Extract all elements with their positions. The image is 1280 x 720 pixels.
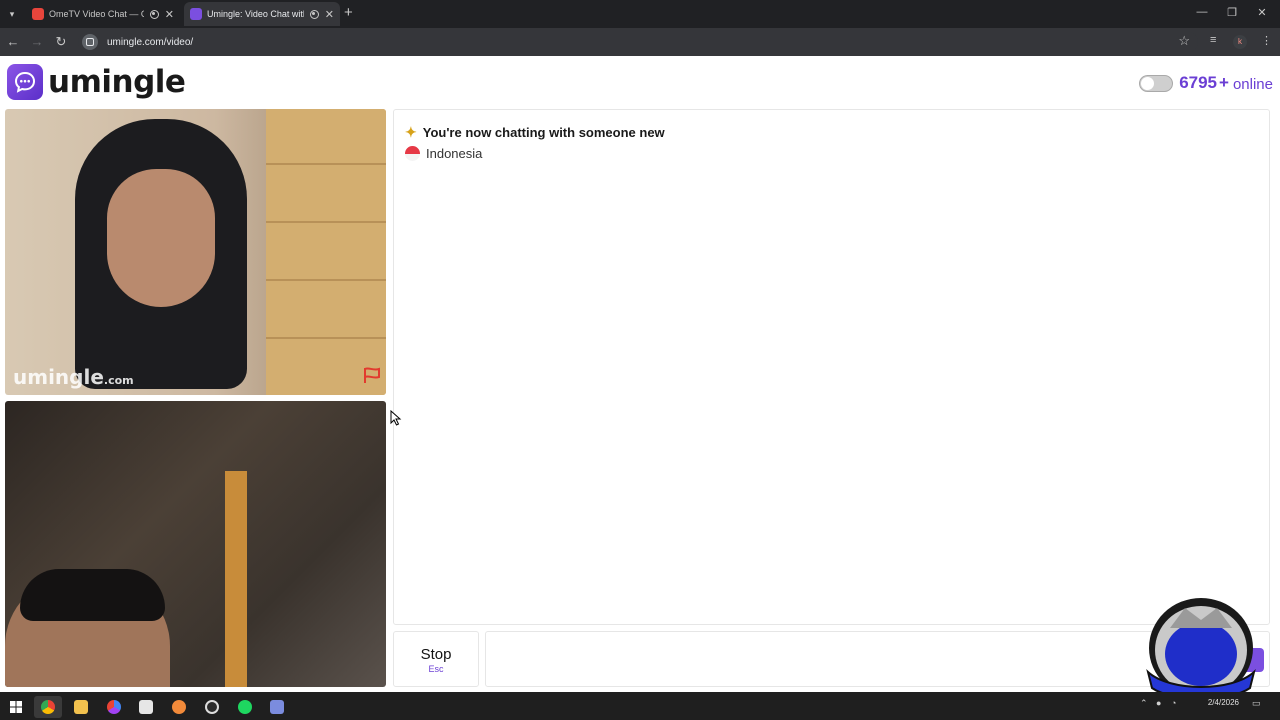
close-window-icon[interactable]: ✕ <box>1255 6 1269 19</box>
online-label: online <box>1232 76 1273 93</box>
sparkles-icon: ✦ <box>405 124 417 140</box>
orange-app-icon <box>172 700 186 714</box>
browser-toolbar: ← → ↻ umingle.com/video/ ☆ ≡ k ⋮ <box>0 28 1280 56</box>
online-count-plus: + <box>1219 73 1229 92</box>
browser-menu-icon[interactable]: ⋮ <box>1261 34 1272 47</box>
mouse-cursor-icon <box>390 410 402 426</box>
umingle-logo[interactable]: umingle <box>7 64 186 100</box>
video-watermark: umingle.com <box>13 365 134 389</box>
taskbar-chrome-2[interactable] <box>100 696 128 718</box>
taskbar-spotify[interactable] <box>231 696 259 718</box>
browser-tab-bar: ▾ OmeTV Video Chat — Ome ✕ Umingle: Vide… <box>0 0 1280 28</box>
online-count: 6795 <box>1179 73 1218 92</box>
remote-face <box>107 169 215 307</box>
partner-country: Indonesia <box>405 146 665 161</box>
tab-title: Umingle: Video Chat with S <box>207 9 304 19</box>
minimize-icon[interactable]: — <box>1195 6 1209 18</box>
online-status: 6795 + online <box>1139 73 1273 93</box>
taskbar-app-purple[interactable] <box>263 696 291 718</box>
notepad-icon <box>139 700 153 714</box>
back-button[interactable]: ← <box>5 33 21 51</box>
watermark-suffix: .com <box>103 374 134 387</box>
new-tab-button[interactable]: + <box>344 5 353 21</box>
microphone-icon[interactable]: ● <box>1156 698 1161 708</box>
forward-button[interactable]: → <box>29 33 45 51</box>
tab-title: OmeTV Video Chat — Ome <box>49 9 144 19</box>
streamer-emblem <box>1146 598 1256 700</box>
taskbar-obs[interactable] <box>198 696 226 718</box>
clock-date: 2/4/2026 <box>1207 698 1239 707</box>
indonesia-flag-icon <box>405 146 420 161</box>
watermark-text: umingle <box>13 365 104 389</box>
remote-video: umingle.com <box>5 109 386 395</box>
stop-shortcut: Esc <box>428 664 444 674</box>
bookmark-star-icon[interactable]: ☆ <box>1178 33 1190 49</box>
system-clock[interactable]: 2/4/2026 <box>1197 698 1239 707</box>
folder-icon <box>74 700 88 714</box>
close-tab-icon[interactable]: ✕ <box>165 8 174 21</box>
umingle-favicon-icon <box>190 8 202 20</box>
tab-search-button[interactable]: ▾ <box>4 5 20 23</box>
ometv-favicon-icon <box>32 8 44 20</box>
taskbar-app-orange[interactable] <box>165 696 193 718</box>
address-bar[interactable]: umingle.com/video/ <box>78 31 1198 53</box>
country-name: Indonesia <box>426 146 483 161</box>
chat-bubble-icon <box>7 64 43 100</box>
chrome-profile-icon <box>107 700 121 714</box>
logo-text: umingle <box>48 64 186 100</box>
taskbar-notes[interactable] <box>132 696 160 718</box>
stop-label: Stop <box>420 646 452 663</box>
background-door <box>266 109 386 395</box>
site-info-icon[interactable] <box>82 34 98 50</box>
report-flag-icon[interactable] <box>362 366 382 389</box>
local-video <box>5 401 386 687</box>
theme-toggle[interactable] <box>1139 74 1174 92</box>
recording-indicator-icon <box>309 9 319 19</box>
start-button[interactable] <box>2 696 30 718</box>
spotify-icon <box>238 700 252 714</box>
show-hidden-icons[interactable]: ⌃ <box>1140 698 1148 709</box>
windows-icon <box>10 701 22 713</box>
notifications-icon[interactable]: ▭ <box>1252 698 1261 709</box>
local-hair <box>20 569 165 621</box>
chat-panel: ✦ You're now chatting with someone new I… <box>393 109 1270 625</box>
url-text: umingle.com/video/ <box>107 36 194 48</box>
background-stripe <box>225 471 247 687</box>
taskbar-chrome[interactable] <box>34 696 62 718</box>
chat-status-text: You're now chatting with someone new <box>422 125 665 140</box>
reload-button[interactable]: ↻ <box>53 33 69 51</box>
taskbar-explorer[interactable] <box>67 696 95 718</box>
tab-umingle[interactable]: Umingle: Video Chat with S ✕ <box>184 2 340 26</box>
close-tab-icon[interactable]: ✕ <box>325 8 334 21</box>
utility-app-icon <box>270 700 284 714</box>
recording-indicator-icon <box>149 9 159 19</box>
chat-status-line: ✦ You're now chatting with someone new <box>405 124 665 141</box>
toggle-knob <box>1141 76 1155 90</box>
restore-icon[interactable]: ❐ <box>1225 6 1239 19</box>
stop-button[interactable]: Stop Esc <box>393 631 479 687</box>
media-controls-icon[interactable]: ≡ <box>1210 34 1216 46</box>
profile-avatar[interactable]: k <box>1233 35 1247 49</box>
page: umingle 6795 + online umingle.com ✦ You'… <box>0 56 1280 700</box>
tab-ometv[interactable]: OmeTV Video Chat — Ome ✕ <box>26 2 180 26</box>
chrome-icon <box>41 700 55 714</box>
network-icon[interactable]: ◔ <box>1171 698 1176 708</box>
windows-taskbar: ⌃ ● ◔ 2/4/2026 ▭ <box>0 692 1280 720</box>
obs-icon <box>205 700 219 714</box>
system-message: ✦ You're now chatting with someone new I… <box>405 124 665 161</box>
